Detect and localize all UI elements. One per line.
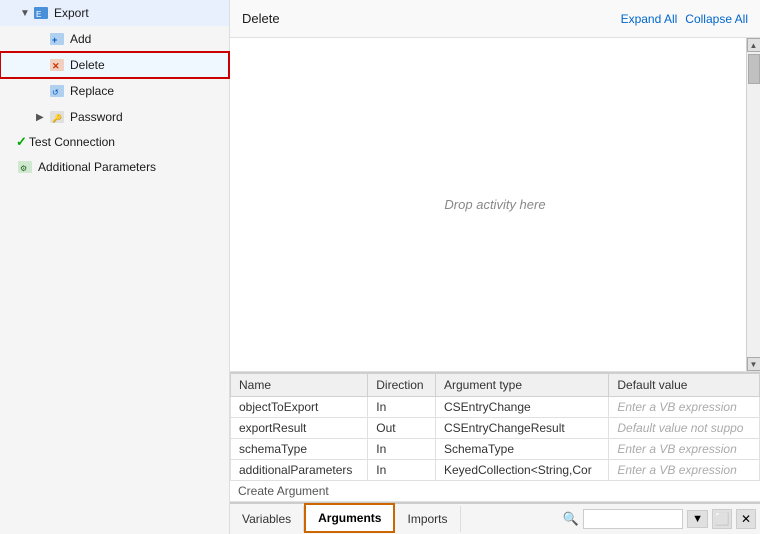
arg-name: additionalParameters — [231, 460, 368, 481]
sidebar-item-testconnection[interactable]: ✓ Test Connection — [0, 130, 229, 154]
export-icon: E — [32, 4, 50, 22]
sidebar-item-label-password: Password — [70, 110, 123, 124]
expander-delete — [36, 60, 46, 71]
sidebar-item-label-replace: Replace — [70, 84, 114, 98]
sidebar-item-delete[interactable]: ✕ Delete — [0, 52, 229, 78]
expander-replace — [36, 86, 46, 97]
svg-text:E: E — [36, 10, 41, 19]
svg-text:🔑: 🔑 — [52, 113, 62, 123]
arg-name: schemaType — [231, 439, 368, 460]
arg-name: exportResult — [231, 418, 368, 439]
sidebar-item-label-testconnection: Test Connection — [29, 135, 115, 149]
checkmark-icon: ✓ — [16, 134, 27, 150]
arg-direction: In — [368, 397, 436, 418]
col-header-type: Argument type — [435, 374, 608, 397]
expander-add — [36, 34, 46, 45]
search-icon: 🔍 — [563, 511, 579, 527]
tab-imports[interactable]: Imports — [395, 506, 460, 532]
content-header-title: Delete — [242, 11, 280, 26]
sidebar-item-label-export: Export — [54, 6, 89, 20]
arg-default[interactable]: Enter a VB expression — [609, 460, 760, 481]
arg-direction: In — [368, 439, 436, 460]
sidebar-item-add[interactable]: + Add — [0, 26, 229, 52]
expand-panel-icon[interactable]: ⬜ — [712, 509, 732, 529]
dropdown-icon[interactable]: ▼ — [687, 510, 708, 528]
svg-text:+: + — [52, 35, 57, 45]
table-row: additionalParametersInKeyedCollection<St… — [231, 460, 760, 481]
args-table-container: Name Direction Argument type Default val… — [230, 372, 760, 502]
close-panel-icon[interactable]: ✕ — [736, 509, 756, 529]
table-row: schemaTypeInSchemaTypeEnter a VB express… — [231, 439, 760, 460]
arg-type: CSEntryChangeResult — [435, 418, 608, 439]
content-header-actions: Expand All Collapse All — [621, 12, 748, 26]
tab-search-input[interactable] — [583, 509, 683, 529]
create-argument-label: Create Argument — [230, 481, 760, 502]
bottom-tabbar: Variables Arguments Imports 🔍 ▼ ⬜ ✕ — [230, 502, 760, 534]
sidebar-item-label-additionalparams: Additional Parameters — [38, 160, 156, 174]
tab-search-area: 🔍 ▼ ⬜ ✕ — [563, 509, 760, 529]
sidebar-item-label-add: Add — [70, 32, 91, 46]
password-icon: 🔑 — [48, 108, 66, 126]
sidebar-item-password[interactable]: ▶ 🔑 Password — [0, 104, 229, 130]
arg-type: SchemaType — [435, 439, 608, 460]
arg-name: objectToExport — [231, 397, 368, 418]
tab-variables[interactable]: Variables — [230, 506, 304, 532]
col-header-name: Name — [231, 374, 368, 397]
add-icon: + — [48, 30, 66, 48]
sidebar-item-additionalparams[interactable]: ⚙ Additional Parameters — [0, 154, 229, 180]
content-header: Delete Expand All Collapse All — [230, 0, 760, 38]
sidebar-item-export[interactable]: ▼ E Export — [0, 0, 229, 26]
sidebar-item-replace[interactable]: ↺ Replace — [0, 78, 229, 104]
args-table: Name Direction Argument type Default val… — [230, 373, 760, 481]
drop-text: Drop activity here — [444, 197, 545, 212]
expand-all-button[interactable]: Expand All — [621, 12, 678, 26]
svg-text:✕: ✕ — [52, 61, 60, 71]
scrollbar-down-button[interactable]: ▼ — [747, 357, 760, 371]
expander-params — [4, 162, 14, 173]
arg-default[interactable]: Default value not suppo — [609, 418, 760, 439]
arg-default[interactable]: Enter a VB expression — [609, 397, 760, 418]
collapse-all-button[interactable]: Collapse All — [685, 12, 748, 26]
arg-type: CSEntryChange — [435, 397, 608, 418]
arg-default[interactable]: Enter a VB expression — [609, 439, 760, 460]
expander-password[interactable]: ▶ — [36, 112, 46, 123]
table-row: objectToExportInCSEntryChangeEnter a VB … — [231, 397, 760, 418]
sidebar: ▼ E Export + Add ✕ Delete ↺ — [0, 0, 230, 534]
scrollbar-up-button[interactable]: ▲ — [747, 38, 760, 52]
arg-direction: In — [368, 460, 436, 481]
scrollbar-track: ▲ ▼ — [746, 38, 760, 371]
drop-area: Drop activity here ▲ ▼ — [230, 38, 760, 372]
tab-arguments[interactable]: Arguments — [304, 503, 395, 533]
table-row: exportResultOutCSEntryChangeResultDefaul… — [231, 418, 760, 439]
expander-testconn — [4, 137, 14, 148]
col-header-default: Default value — [609, 374, 760, 397]
arg-type: KeyedCollection<String,Cor — [435, 460, 608, 481]
expander-export[interactable]: ▼ — [20, 8, 30, 19]
content-panel: Delete Expand All Collapse All Drop acti… — [230, 0, 760, 534]
delete-icon: ✕ — [48, 56, 66, 74]
col-header-direction: Direction — [368, 374, 436, 397]
svg-text:↺: ↺ — [52, 88, 59, 97]
arg-direction: Out — [368, 418, 436, 439]
sidebar-item-label-delete: Delete — [70, 58, 105, 72]
scrollbar-thumb[interactable] — [748, 54, 760, 84]
params-icon: ⚙ — [16, 158, 34, 176]
replace-icon: ↺ — [48, 82, 66, 100]
svg-text:⚙: ⚙ — [20, 164, 27, 173]
